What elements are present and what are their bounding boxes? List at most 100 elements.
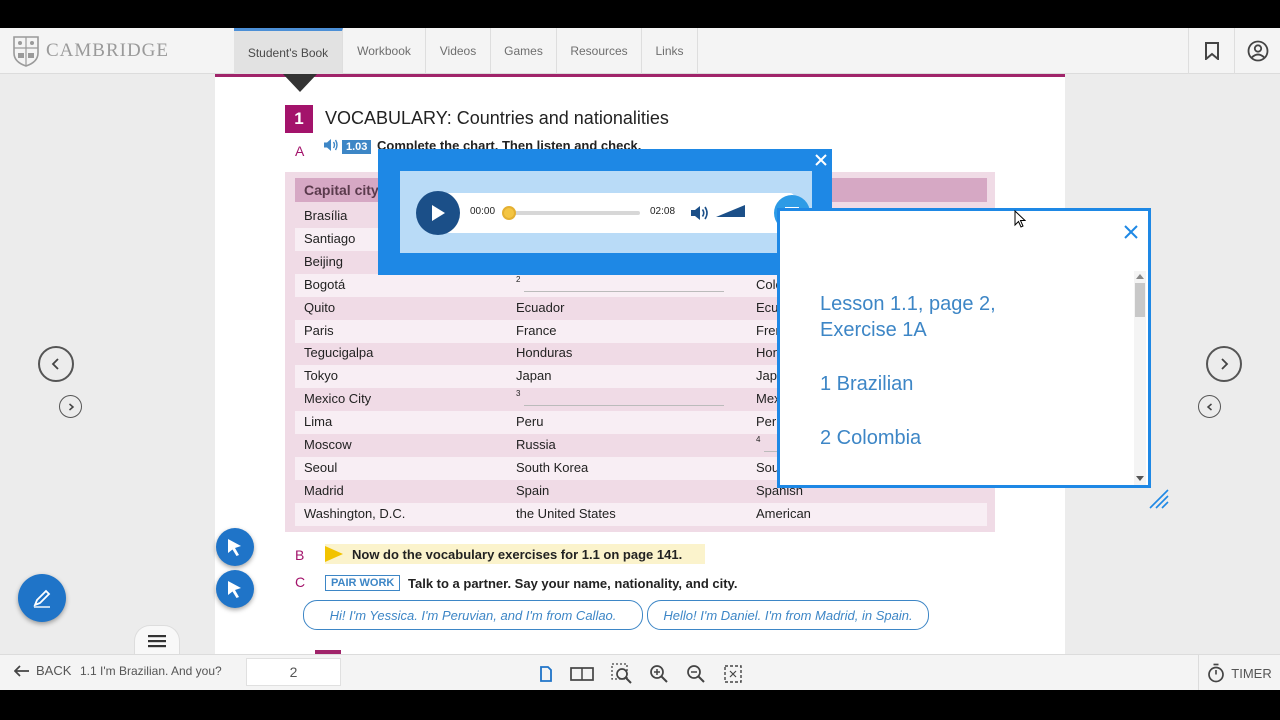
audio-player-popup: 00:00 02:08 bbox=[378, 149, 832, 275]
cell-country: the United States bbox=[516, 505, 616, 521]
app-viewport: CAMBRIDGE Student's Book Workbook Videos… bbox=[0, 28, 1280, 690]
header-capital-city: Capital city bbox=[304, 182, 379, 198]
next-page-button[interactable] bbox=[1206, 346, 1242, 382]
brand-name: CAMBRIDGE bbox=[46, 40, 170, 61]
next-section-button[interactable] bbox=[1198, 395, 1221, 418]
cursor-arrow-icon bbox=[228, 539, 241, 556]
tab-videos[interactable]: Videos bbox=[426, 28, 491, 74]
cell-city: Quito bbox=[304, 299, 336, 315]
close-icon bbox=[815, 154, 827, 166]
cambridge-logo[interactable]: CAMBRIDGE bbox=[12, 35, 169, 67]
audio-popup-close-button[interactable] bbox=[812, 151, 830, 169]
zoom-in-button[interactable] bbox=[646, 661, 672, 687]
cell-nationality: Sou bbox=[756, 459, 780, 475]
volume-button[interactable] bbox=[690, 204, 710, 227]
cell-nationality: 4 bbox=[756, 435, 761, 444]
page-notch-marker bbox=[283, 74, 317, 92]
hamburger-menu-icon bbox=[148, 634, 166, 647]
resize-grip-icon bbox=[1149, 489, 1169, 509]
audio-progress-track[interactable] bbox=[502, 206, 640, 220]
answer-blank-line[interactable] bbox=[524, 405, 724, 407]
fit-screen-icon bbox=[724, 665, 742, 683]
shield-crest-icon bbox=[13, 36, 39, 67]
zoom-area-icon bbox=[611, 663, 632, 684]
play-icon bbox=[432, 205, 445, 221]
section-number: 1 bbox=[285, 105, 313, 133]
transcript-text: Lesson 1.1, page 2, Exercise 1A 1 Brazil… bbox=[820, 291, 1050, 479]
tab-links[interactable]: Links bbox=[642, 28, 698, 74]
cell-city: Lima bbox=[304, 414, 333, 430]
single-page-icon bbox=[540, 666, 552, 682]
top-navigation-bar: CAMBRIDGE Student's Book Workbook Videos… bbox=[0, 28, 1280, 74]
mouse-pointer-icon bbox=[1014, 209, 1027, 228]
zoom-out-icon bbox=[687, 665, 705, 683]
previous-page-button[interactable] bbox=[38, 346, 74, 382]
pointer-tool-button-2[interactable] bbox=[216, 570, 254, 608]
audio-controls: 00:00 02:08 bbox=[416, 191, 810, 235]
play-triangle-icon bbox=[325, 546, 343, 562]
play-button[interactable] bbox=[416, 191, 460, 235]
volume-icon bbox=[691, 206, 708, 220]
popup-resize-handle[interactable] bbox=[1148, 488, 1170, 515]
zoom-out-button[interactable] bbox=[683, 661, 709, 687]
speech-bubble-daniel: Hello! I'm Daniel. I'm from Madrid, in S… bbox=[647, 600, 929, 630]
tab-students-book[interactable]: Student's Book bbox=[234, 28, 343, 74]
total-time: 02:08 bbox=[650, 206, 676, 217]
chevron-right-icon bbox=[1221, 358, 1229, 370]
cell-country: Spain bbox=[516, 482, 550, 498]
transcript-scroll-thumb[interactable] bbox=[1135, 283, 1145, 317]
exercise-letter-a: A bbox=[295, 143, 305, 159]
transcript-scrollbar[interactable] bbox=[1134, 271, 1146, 485]
audio-progress-thumb[interactable] bbox=[502, 206, 516, 220]
transcript-heading: Lesson 1.1, page 2, Exercise 1A bbox=[820, 293, 996, 341]
exercise-letter-b: B bbox=[295, 547, 305, 563]
timer-button[interactable]: TIMER bbox=[1198, 655, 1280, 690]
pencil-icon bbox=[33, 589, 51, 608]
cell-city: Beijing bbox=[304, 253, 344, 269]
cursor-arrow-icon bbox=[228, 581, 241, 598]
menu-toggle-button[interactable] bbox=[134, 625, 180, 655]
answer-blank-line[interactable] bbox=[524, 290, 724, 292]
double-page-view-button[interactable] bbox=[569, 661, 595, 687]
exercise-letter-c: C bbox=[295, 574, 306, 590]
mouse-cursor bbox=[1014, 209, 1027, 233]
cell-city: Bogotá bbox=[304, 276, 346, 292]
cell-country: 3 bbox=[516, 389, 521, 399]
transcript-close-button[interactable] bbox=[1120, 221, 1142, 243]
back-label: BACK bbox=[36, 663, 72, 678]
cell-country: 2 bbox=[516, 274, 521, 284]
fit-screen-button[interactable] bbox=[720, 661, 746, 687]
tab-workbook[interactable]: Workbook bbox=[343, 28, 426, 74]
back-button[interactable]: BACK bbox=[14, 663, 71, 678]
cell-city: Mexico City bbox=[304, 391, 372, 407]
transcript-line-2: 2 Colombia bbox=[820, 427, 922, 449]
double-page-icon bbox=[570, 667, 594, 681]
cell-city: Santiago bbox=[304, 230, 356, 246]
pointer-tool-button[interactable] bbox=[216, 528, 254, 566]
audio-player-panel: 00:00 02:08 bbox=[400, 171, 812, 253]
tab-games[interactable]: Games bbox=[491, 28, 557, 74]
table-row: Washington, D.C. the United States America… bbox=[295, 502, 987, 526]
tab-resources[interactable]: Resources bbox=[557, 28, 642, 74]
user-icon bbox=[1247, 40, 1268, 62]
cell-city: Washington, D.C. bbox=[304, 505, 406, 521]
page-number-input[interactable]: 2 bbox=[246, 658, 341, 686]
audio-track-number[interactable]: 1.03 bbox=[342, 140, 372, 154]
cell-country: Russia bbox=[516, 437, 556, 452]
cell-nationality: Jap bbox=[756, 368, 777, 384]
single-page-view-button[interactable] bbox=[533, 661, 559, 687]
zoom-area-button[interactable] bbox=[609, 661, 635, 687]
bookmark-button[interactable] bbox=[1188, 28, 1234, 74]
audio-play-link[interactable] bbox=[323, 138, 339, 157]
cell-city: Tegucigalpa bbox=[304, 345, 374, 361]
volume-slider[interactable] bbox=[716, 204, 746, 223]
user-account-button[interactable] bbox=[1234, 28, 1280, 74]
bookmark-icon bbox=[1204, 42, 1219, 60]
scroll-up-icon bbox=[1136, 274, 1144, 279]
cell-country: Honduras bbox=[516, 345, 573, 361]
scroll-down-icon bbox=[1136, 476, 1144, 481]
annotation-pen-button[interactable] bbox=[18, 574, 66, 622]
previous-section-button[interactable] bbox=[59, 395, 82, 418]
cell-city: Madrid bbox=[304, 482, 344, 498]
transcript-line-1: 1 Brazilian bbox=[820, 373, 914, 395]
